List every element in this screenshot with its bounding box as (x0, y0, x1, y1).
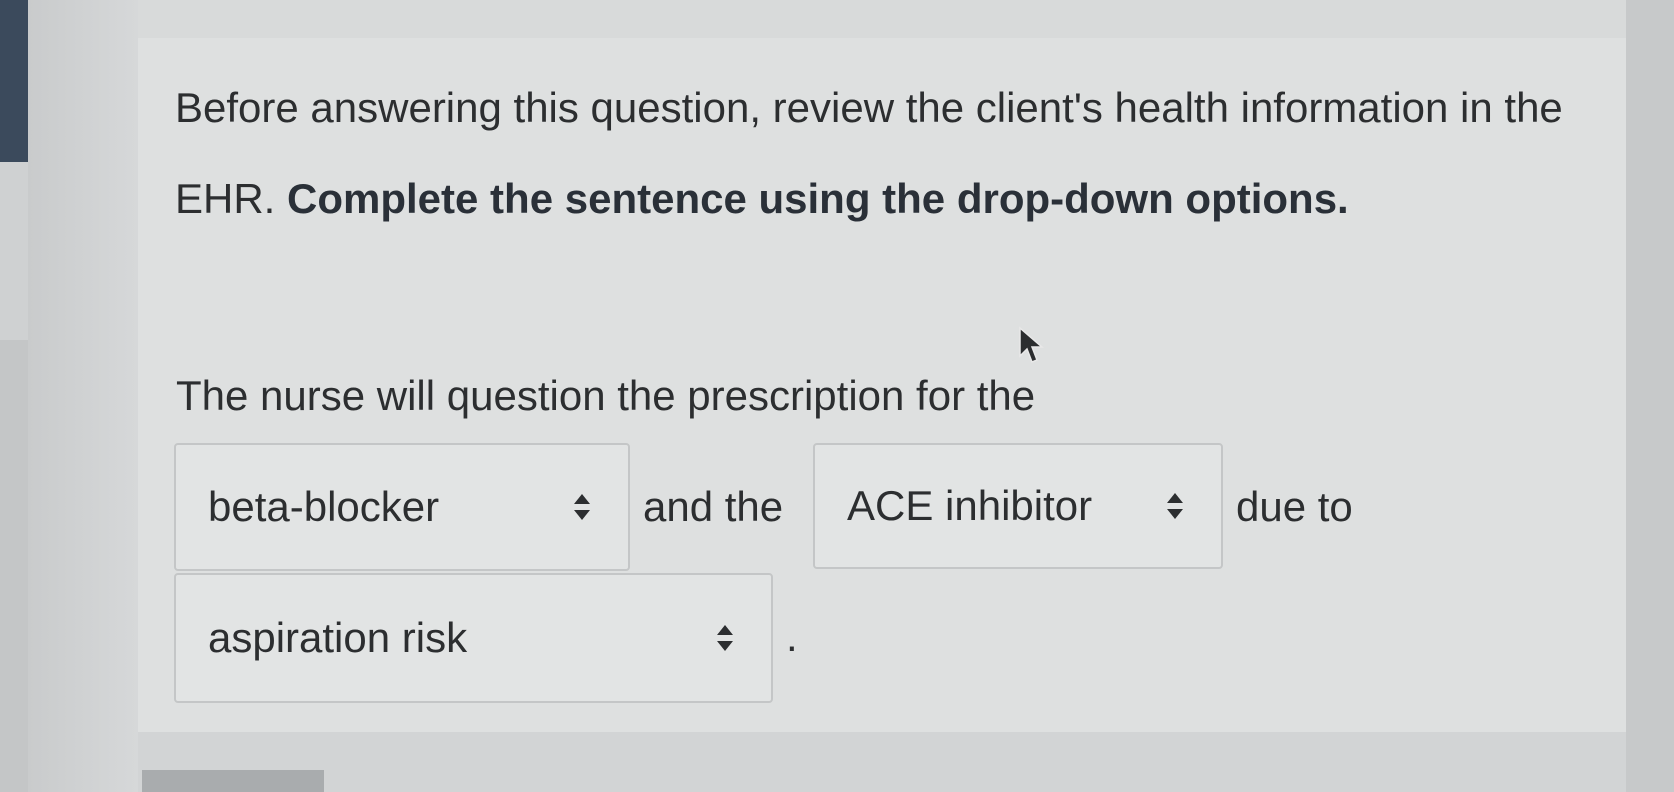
left-gutter (28, 0, 138, 792)
dropdown-2-selected-value: ACE inhibitor (847, 482, 1093, 529)
left-gutter-lower (0, 340, 28, 792)
sort-updown-icon (1167, 493, 1183, 519)
dropdown-1-selected-value: beta-blocker (208, 483, 440, 530)
top-band (138, 0, 1626, 38)
sort-updown-icon (717, 625, 733, 651)
connector-due-to: due to (1236, 483, 1353, 530)
right-edge (1626, 0, 1674, 792)
dropdown-3-selected-value: aspiration risk (208, 614, 468, 661)
left-accent-strip (0, 0, 28, 162)
dropdown-medication-1[interactable]: beta-blocker (174, 443, 630, 571)
sentence-period: . (786, 613, 798, 660)
question-instructions: Before answering this question, review t… (175, 62, 1575, 244)
dropdown-reason[interactable]: aspiration risk (174, 573, 773, 703)
bottom-band (138, 732, 1626, 792)
connector-and-the: and the (643, 483, 784, 530)
instructions-bold-text: Complete the sentence using the drop-dow… (287, 175, 1349, 222)
mouse-pointer-icon (1019, 326, 1045, 363)
dropdown-medication-2[interactable]: ACE inhibitor (813, 443, 1223, 569)
question-stem: The nurse will question the prescription… (176, 372, 1036, 419)
sort-updown-icon (574, 494, 590, 520)
submit-button-partial[interactable] (142, 770, 324, 792)
